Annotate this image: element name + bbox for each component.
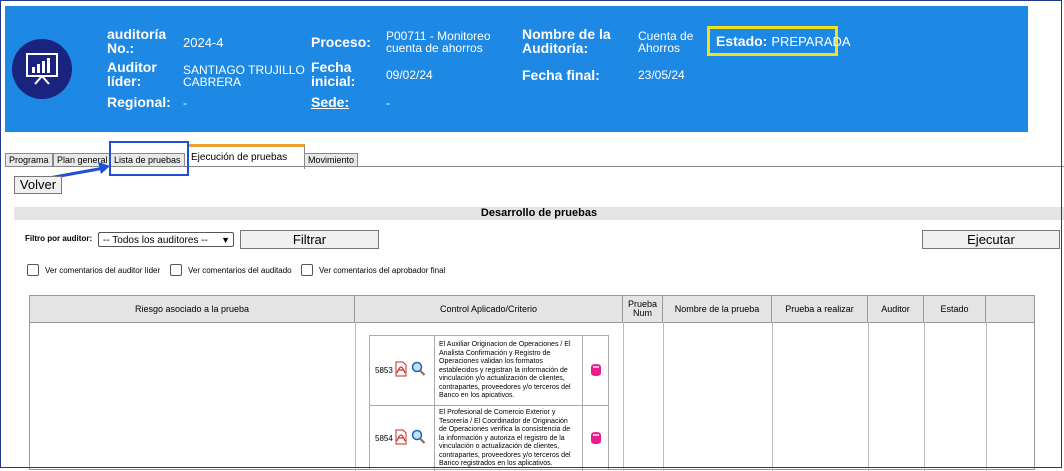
col-divider bbox=[355, 322, 356, 471]
control-text: El Profesional de Comercio Exterior y Te… bbox=[439, 409, 571, 467]
control-num: 5854 bbox=[375, 434, 393, 443]
checkbox-comentarios-auditor-lider[interactable]: Ver comentarios del auditor líder bbox=[27, 264, 160, 276]
fecha-final-label: Fecha final: bbox=[522, 67, 600, 83]
col-header-control: Control Aplicado/Criterio bbox=[355, 296, 623, 322]
fecha-final-value: 23/05/24 bbox=[638, 68, 685, 82]
search-icon[interactable] bbox=[410, 361, 426, 377]
col-header-nombre-prueba: Nombre de la prueba bbox=[663, 296, 772, 322]
audit-header: auditoría No.: 2024-4 Auditor líder: SAN… bbox=[5, 6, 1028, 132]
sede-label[interactable]: Sede: bbox=[311, 95, 349, 109]
filter-label: Filtro por auditor: bbox=[25, 234, 93, 243]
estado-badge: Estado: PREPARADA bbox=[707, 26, 851, 56]
col-header-riesgo: Riesgo asociado a la prueba bbox=[30, 296, 355, 322]
col-header-prueba-num: Prueba Num bbox=[623, 296, 663, 322]
col-header-prueba-realizar: Prueba a realizar bbox=[772, 296, 868, 322]
pdf-icon[interactable] bbox=[394, 361, 408, 377]
checkbox-label: Ver comentarios del auditor líder bbox=[45, 265, 161, 275]
checkbox-box[interactable] bbox=[27, 264, 39, 276]
checkbox-comentarios-aprobador-final[interactable]: Ver comentarios del aprobador final bbox=[301, 264, 445, 276]
proceso-label: Proceso: bbox=[311, 34, 371, 50]
estado-label: Estado: bbox=[716, 33, 768, 49]
section-title: Desarrollo de pruebas bbox=[14, 207, 1064, 220]
filtrar-button[interactable]: Filtrar bbox=[240, 230, 379, 249]
estado-value: PREPARADA bbox=[771, 33, 851, 49]
search-icon[interactable] bbox=[410, 429, 426, 445]
lead-auditor-label: Auditor líder: bbox=[107, 59, 157, 89]
sede-value: - bbox=[386, 96, 390, 110]
chevron-down-icon: ▼ bbox=[221, 235, 230, 245]
checkbox-comentarios-auditado[interactable]: Ver comentarios del auditado bbox=[170, 264, 292, 276]
col-divider bbox=[623, 322, 624, 471]
checkbox-box[interactable] bbox=[170, 264, 182, 276]
nombre-auditoria-label: Nombre de la Auditoría: bbox=[522, 26, 611, 56]
presentation-chart-icon bbox=[26, 53, 58, 85]
col-divider bbox=[868, 322, 869, 471]
lead-auditor-value: SANTIAGO TRUJILLO CABRERA bbox=[183, 63, 305, 89]
control-row: 5854 El Profesional de Comercio Exterior… bbox=[370, 405, 608, 471]
auditor-filter-selected: -- Todos los auditores -- bbox=[103, 235, 208, 246]
control-num: 5853 bbox=[375, 366, 393, 375]
col-divider bbox=[986, 322, 987, 471]
col-header-extra bbox=[986, 296, 1034, 322]
comments-icon[interactable] bbox=[590, 431, 602, 445]
annotation-highlight-box bbox=[109, 141, 189, 176]
control-row: 5853 El Auxiliar Originacion de Operacio… bbox=[370, 336, 608, 406]
logo bbox=[12, 39, 72, 99]
ejecutar-button[interactable]: Ejecutar bbox=[922, 230, 1060, 249]
col-divider bbox=[772, 322, 773, 471]
checkbox-label: Ver comentarios del aprobador final bbox=[319, 265, 446, 275]
tab-movimiento[interactable]: Movimiento bbox=[304, 153, 359, 167]
nombre-auditoria-value: Cuenta de Ahorros bbox=[638, 29, 694, 55]
proceso-value: P00711 - Monitoreo cuenta de ahorros bbox=[386, 29, 491, 55]
volver-button[interactable]: Volver bbox=[14, 176, 62, 194]
col-header-auditor: Auditor bbox=[868, 296, 924, 322]
audit-no-label: auditoría No.: bbox=[107, 26, 167, 56]
control-list: 5853 El Auxiliar Originacion de Operacio… bbox=[369, 335, 609, 471]
col-header-estado: Estado bbox=[924, 296, 986, 322]
regional-value: - bbox=[183, 96, 187, 110]
auditor-filter-select[interactable]: -- Todos los auditores -- ▼ bbox=[98, 232, 234, 247]
col-divider bbox=[924, 322, 925, 471]
fecha-inicial-value: 09/02/24 bbox=[386, 68, 433, 82]
checkbox-label: Ver comentarios del auditado bbox=[188, 265, 292, 275]
table-header-divider bbox=[30, 322, 1034, 323]
checkbox-box[interactable] bbox=[301, 264, 313, 276]
audit-no-value: 2024-4 bbox=[183, 35, 224, 50]
regional-label: Regional: bbox=[107, 94, 171, 110]
comments-icon[interactable] bbox=[590, 363, 602, 377]
fecha-inicial-label: Fecha inicial: bbox=[311, 59, 356, 89]
col-divider bbox=[663, 322, 664, 471]
control-text: El Auxiliar Originacion de Operaciones /… bbox=[439, 341, 571, 399]
pdf-icon[interactable] bbox=[394, 429, 408, 445]
